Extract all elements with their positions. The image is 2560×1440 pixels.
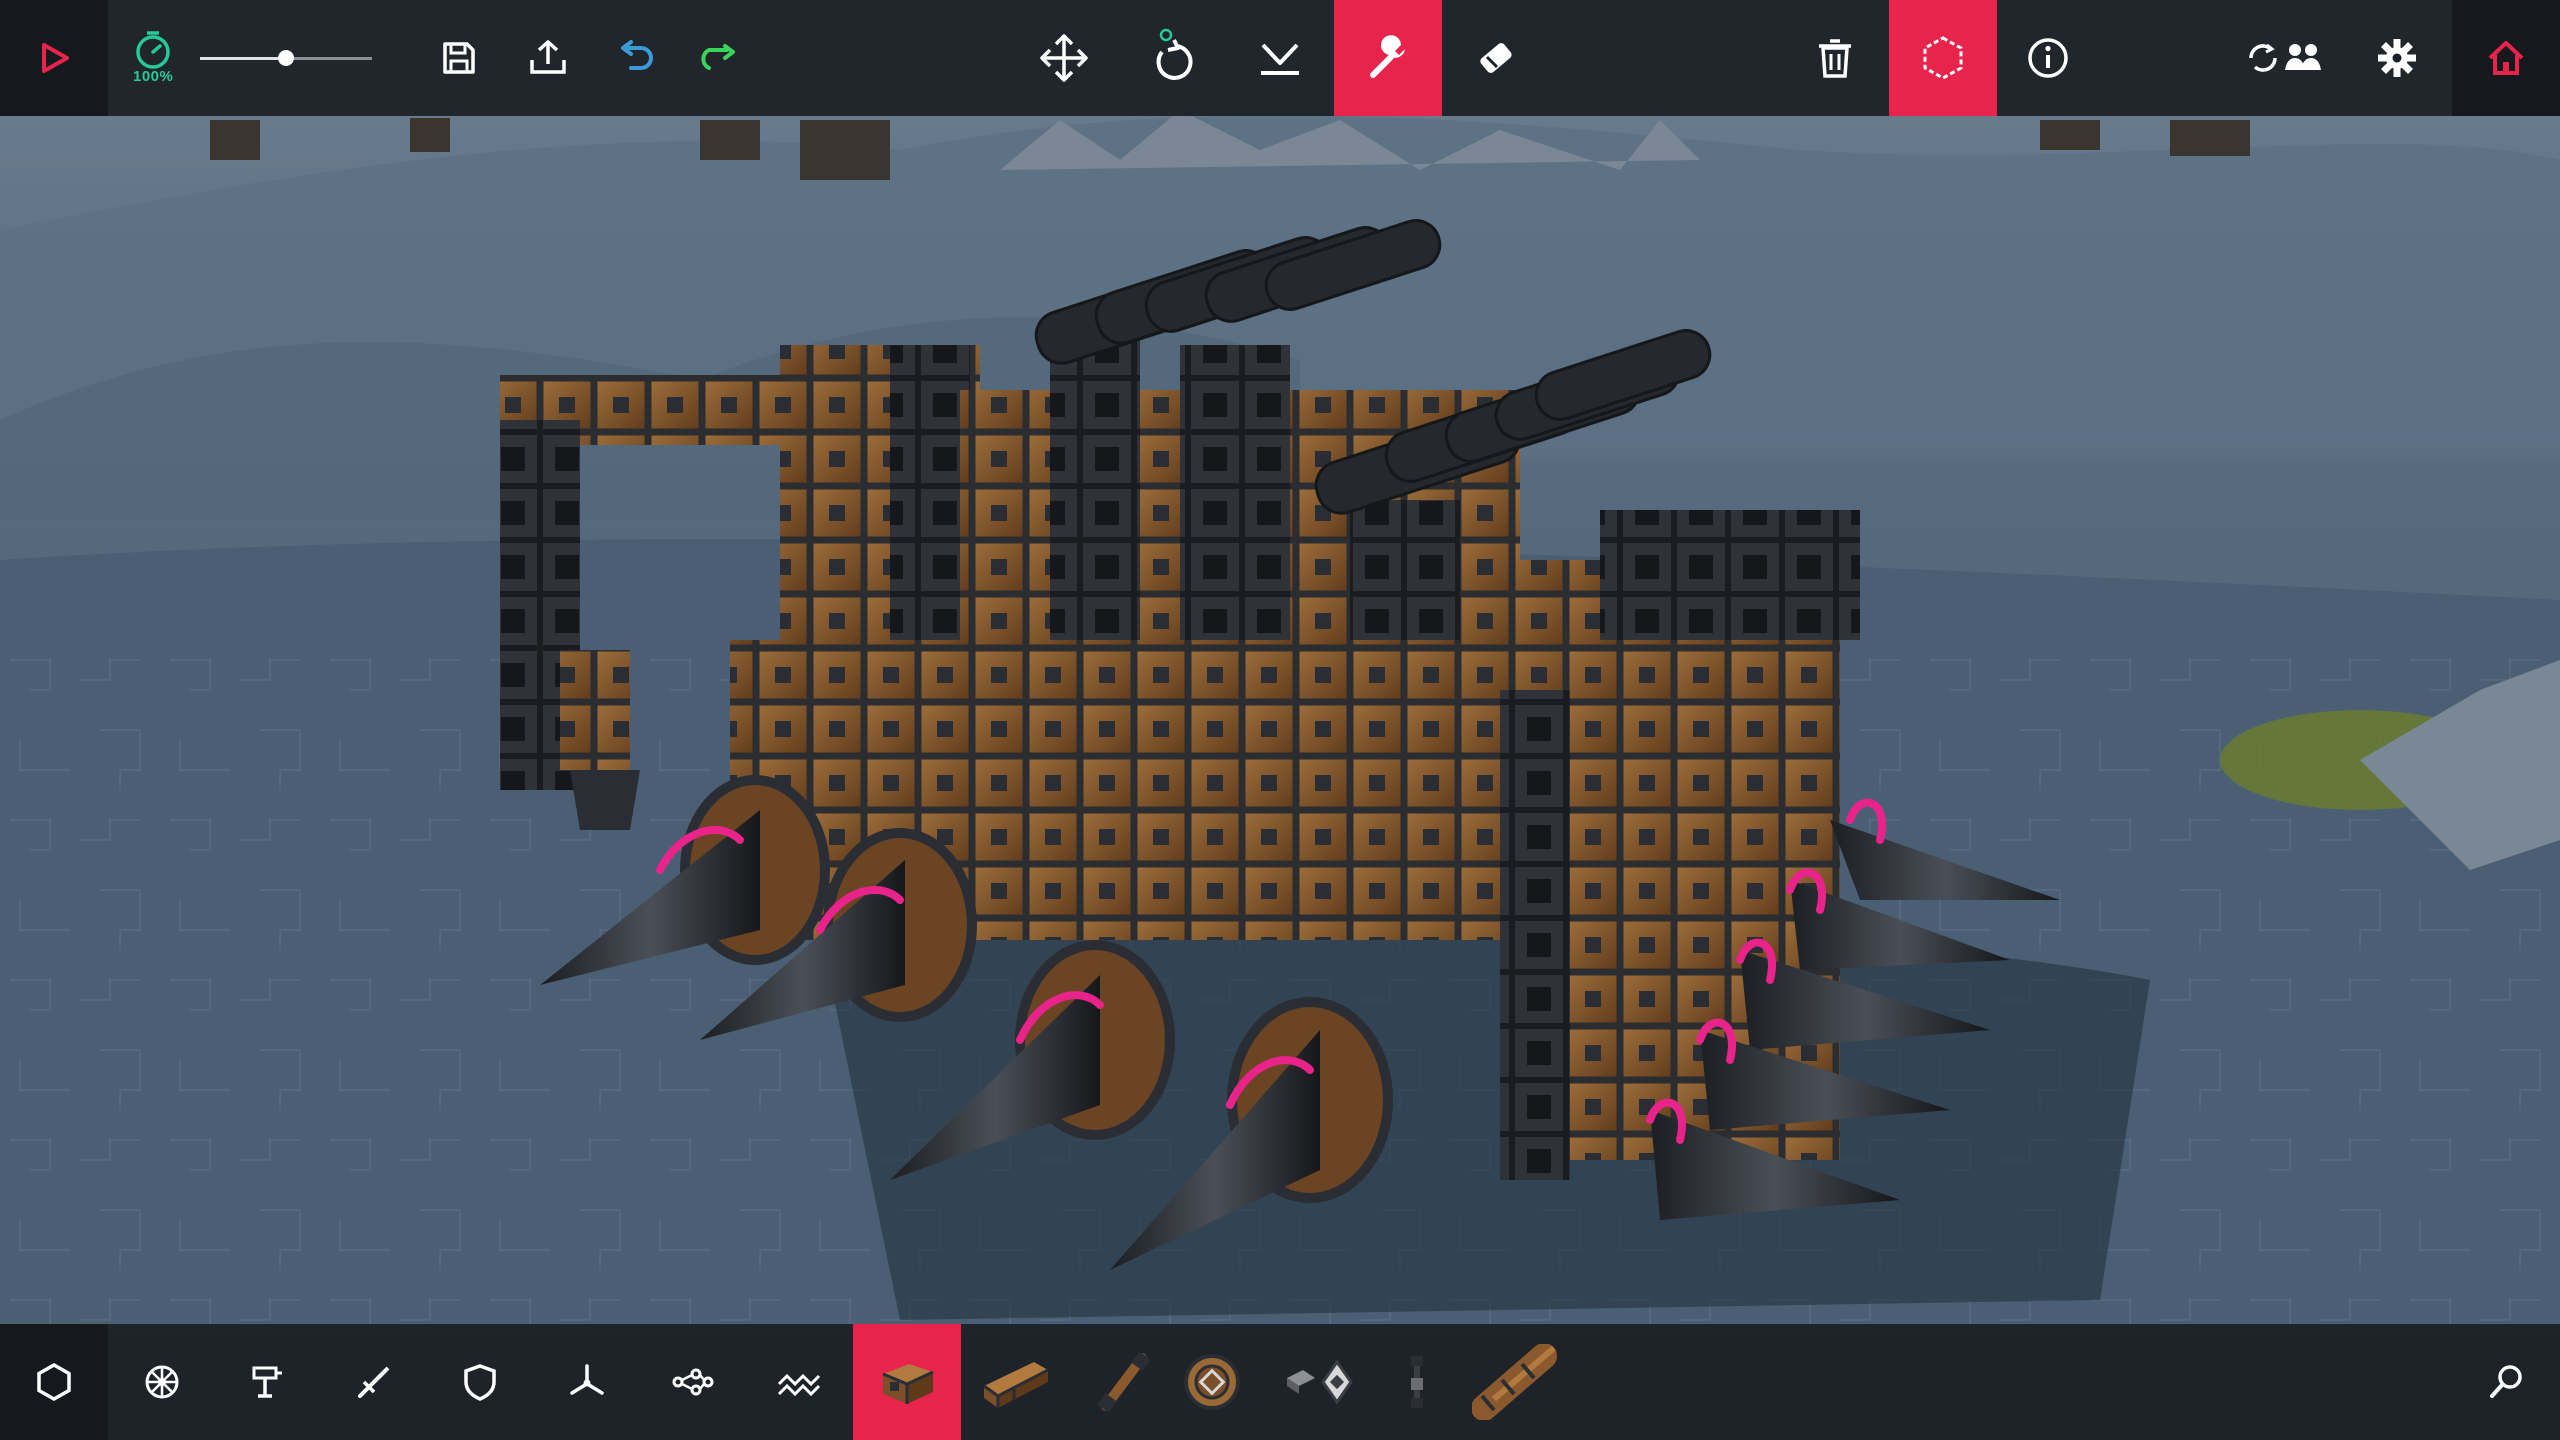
block-toolbar <box>0 1324 2560 1440</box>
hexagon-dashed-icon <box>1923 36 1963 80</box>
save-icon <box>443 42 475 74</box>
redo-button[interactable] <box>665 0 773 116</box>
symmetry-toggle[interactable] <box>1889 0 1997 116</box>
waves-icon <box>777 1373 821 1397</box>
gear-icon <box>2378 39 2416 77</box>
play-icon <box>42 43 69 73</box>
time-scale-slider[interactable] <box>200 50 372 66</box>
wooden-pole-icon <box>1097 1351 1151 1413</box>
category-blocks[interactable] <box>0 1324 108 1440</box>
time-scale-label: 100% <box>133 68 174 85</box>
category-armour[interactable] <box>426 1324 534 1440</box>
block-log[interactable] <box>1465 1324 1575 1440</box>
wooden-block-icon <box>882 1364 934 1404</box>
tweak-tool[interactable] <box>1334 0 1442 116</box>
drop-tool[interactable] <box>1226 0 1334 116</box>
nodes-icon <box>672 1368 714 1396</box>
wrench-icon <box>1370 35 1405 78</box>
shield-icon <box>464 1364 496 1401</box>
block-metal-brace[interactable] <box>1263 1324 1371 1440</box>
upload-icon <box>530 40 566 74</box>
multiplayer-button[interactable] <box>2235 0 2335 116</box>
play-button[interactable] <box>0 0 108 116</box>
piston-icon <box>252 1366 282 1398</box>
undo-icon <box>621 40 653 70</box>
block-small-wooden-block[interactable] <box>962 1324 1070 1440</box>
erase-tool[interactable] <box>1442 0 1550 116</box>
top-toolbar: 100% <box>0 0 2560 116</box>
hexagon-icon <box>37 1362 71 1402</box>
home-button[interactable] <box>2452 0 2560 116</box>
drop-to-ground-icon <box>1261 43 1299 75</box>
time-scale-slider-fill <box>200 57 286 60</box>
metal-joint-icon <box>1411 1356 1423 1408</box>
category-mechanical[interactable] <box>212 1324 320 1440</box>
rotate-tool[interactable] <box>1118 0 1226 116</box>
sync-users-icon <box>2249 43 2321 72</box>
block-wooden-block[interactable] <box>853 1324 961 1440</box>
propeller-icon <box>570 1364 604 1395</box>
settings-button[interactable] <box>2343 0 2451 116</box>
build-viewport[interactable] <box>0 0 2560 1440</box>
info-button[interactable] <box>1994 0 2102 116</box>
block-starting-block[interactable] <box>1158 1324 1266 1440</box>
category-automation[interactable] <box>638 1324 746 1440</box>
category-locomotion[interactable] <box>108 1324 216 1440</box>
double-wooden-block-icon <box>983 1362 1049 1408</box>
eraser-icon <box>1480 43 1512 73</box>
wheel-icon <box>145 1365 179 1399</box>
starting-block-icon <box>1184 1354 1240 1410</box>
category-weaponry[interactable] <box>320 1324 428 1440</box>
redo-icon <box>701 44 735 70</box>
home-icon <box>2488 41 2524 75</box>
info-icon <box>2028 38 2068 78</box>
block-metal-joint[interactable] <box>1365 1324 1473 1440</box>
trash-icon <box>1819 39 1851 78</box>
search-icon <box>2490 1365 2522 1398</box>
move-arrows-icon <box>1040 34 1088 82</box>
metal-brace-icon <box>1287 1359 1353 1405</box>
translate-tool[interactable] <box>1010 0 1118 116</box>
log-block-icon <box>1472 1344 1557 1420</box>
search-button[interactable] <box>2452 1324 2560 1440</box>
delete-button[interactable] <box>1781 0 1889 116</box>
category-water[interactable] <box>745 1324 853 1440</box>
rotate-icon <box>1156 28 1193 80</box>
sword-icon <box>358 1366 390 1398</box>
time-scale-slider-knob[interactable] <box>278 50 294 66</box>
category-flight[interactable] <box>533 1324 641 1440</box>
